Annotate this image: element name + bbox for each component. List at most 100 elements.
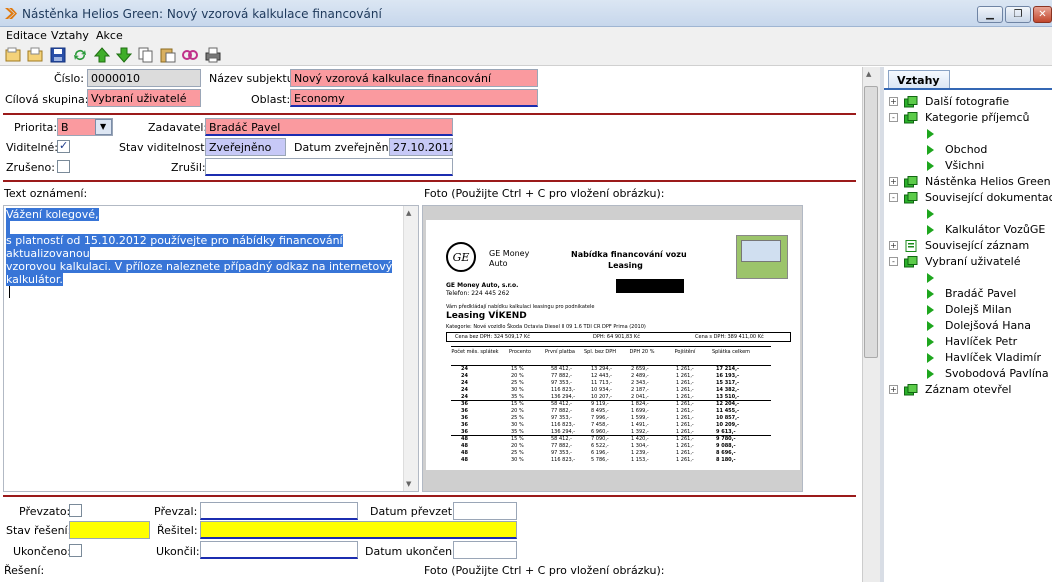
text-oznameni-textarea[interactable]: Vážení kolegové, s platností od 15.10.20… [3, 205, 419, 492]
doc-table-cell: 1 239,- [631, 450, 649, 456]
cislo-label: Číslo: [54, 72, 84, 85]
tree-item[interactable]: + Související záznam [888, 238, 1052, 254]
link-icon[interactable] [182, 47, 198, 63]
tree-item-label: Záznam otevřel [925, 383, 1012, 396]
tree-item[interactable]: + Další fotografie [888, 94, 1052, 110]
minimize-button[interactable]: ▁ [977, 6, 1003, 23]
ukonceno-checkbox[interactable] [69, 544, 82, 557]
copy-icon[interactable] [138, 47, 154, 63]
tree-item-label: Kategorie příjemců [925, 111, 1030, 124]
cislo-field[interactable]: 0000010 [87, 69, 201, 87]
priorita-dropdown-button[interactable]: ▼ [95, 119, 112, 135]
tree-item[interactable] [888, 270, 1052, 286]
collapse-icon[interactable]: - [889, 193, 898, 202]
doc-table-cell: 8 180,- [716, 457, 736, 463]
doc-table-cell: 48 [461, 436, 468, 442]
doc-table-cell: 48 [461, 443, 468, 449]
priorita-label: Priorita: [14, 121, 58, 134]
arrow-up-icon[interactable] [94, 47, 110, 63]
datum-prevzeti-field[interactable] [453, 502, 517, 520]
tree-item[interactable]: - Související dokumentace [888, 190, 1052, 206]
doc-table-row: 36 20 % 77 882,- 8 495,- 1 699,- 1 261,- 11 45… [451, 408, 771, 415]
tree-item[interactable]: Obchod [888, 142, 1052, 158]
tree-item[interactable]: Dolejš Milan [888, 302, 1052, 318]
restore-button[interactable]: ❐ [1005, 6, 1031, 23]
doc-table-cell: 6 522,- [591, 443, 609, 449]
tree-item-label: Nástěnka Helios Green [925, 175, 1051, 188]
tree-item[interactable] [888, 206, 1052, 222]
viditelne-checkbox[interactable]: ✓ [57, 139, 70, 153]
arrow-down-icon[interactable] [116, 47, 132, 63]
doc-table-cell: 11 455,- [716, 408, 740, 414]
collapse-icon[interactable]: - [889, 257, 898, 266]
tree-item[interactable]: + Nástěnka Helios Green [888, 174, 1052, 190]
prevzato-checkbox[interactable] [69, 504, 82, 517]
new-record-icon[interactable] [5, 47, 21, 63]
doc-product: Leasing VÍKEND [446, 311, 527, 321]
save-icon[interactable] [50, 47, 66, 63]
datum-ukonceni-field[interactable] [453, 541, 517, 559]
doc-phone: Telefon: 224 445 262 [446, 290, 510, 297]
expand-icon[interactable]: + [889, 177, 898, 186]
datum-zverejneni-field[interactable]: 27.10.2012 [389, 138, 453, 156]
ukoncil-label: Ukončil: [156, 545, 200, 558]
refresh-icon[interactable] [72, 47, 88, 63]
tree-item[interactable]: + Záznam otevřel [888, 382, 1052, 398]
open-record-icon[interactable] [27, 47, 43, 63]
text-scrollbar[interactable] [403, 206, 418, 491]
zadavatel-field[interactable]: Bradáč Pavel [205, 118, 453, 136]
stav-viditelnosti-field[interactable]: Zveřejněno [205, 138, 286, 156]
doc-redaction [616, 279, 684, 293]
doc-table-cell: 30 % [511, 387, 524, 393]
tree-item-label: Vybraní uživatelé [925, 255, 1021, 268]
doc-table-cell: 77 882,- [551, 408, 572, 414]
scroll-down-icon[interactable]: ▼ [406, 480, 411, 488]
print-icon[interactable] [205, 47, 221, 63]
expand-icon[interactable]: + [889, 241, 898, 250]
oblast-field[interactable]: Economy [290, 89, 538, 107]
tree-item[interactable]: Havlíček Vladimír [888, 350, 1052, 366]
menu-vztahy[interactable]: Vztahy [51, 29, 89, 42]
main-scrollbar-thumb[interactable] [864, 86, 878, 358]
tab-vztahy[interactable]: Vztahy [888, 70, 950, 89]
tree-item[interactable]: Dolejšová Hana [888, 318, 1052, 334]
zrusil-field[interactable] [205, 158, 453, 176]
tree-item[interactable]: Všichni [888, 158, 1052, 174]
paste-icon[interactable] [160, 47, 176, 63]
text-line: vzorovou kalkulaci. V příloze naleznete … [6, 260, 393, 286]
zruseno-checkbox[interactable] [57, 160, 70, 173]
stav-reseni-field[interactable] [69, 521, 150, 539]
tree-item[interactable]: - Vybraní uživatelé [888, 254, 1052, 270]
doc-table-cell: 2 659,- [631, 366, 649, 372]
doc-table-cell: 1 261,- [676, 366, 694, 372]
scroll-up-icon[interactable]: ▲ [866, 70, 871, 78]
menu-akce[interactable]: Akce [96, 29, 123, 42]
tree-item[interactable]: Svobodová Pavlína [888, 366, 1052, 382]
prevzal-field[interactable] [200, 502, 358, 520]
tree-item-label: Všichni [945, 159, 985, 172]
viditelne-label: Viditelné: [6, 141, 58, 154]
expand-icon[interactable]: + [889, 97, 898, 106]
tree-item[interactable] [888, 126, 1052, 142]
resitel-field[interactable] [200, 521, 517, 539]
cilova-skupina-field[interactable]: Vybraní uživatelé [87, 89, 201, 107]
tree-item[interactable]: - Kategorie příjemců [888, 110, 1052, 126]
expand-icon[interactable]: + [889, 385, 898, 394]
doc-table-row: 36 35 % 136 294,- 6 960,- 1 392,- 1 261,- 9 61… [451, 429, 771, 436]
close-button[interactable]: ✕ [1033, 6, 1052, 23]
nazev-field[interactable]: Nový vzorová kalkulace financování [290, 69, 538, 87]
doc-table-cell: 9 613,- [716, 429, 736, 435]
doc-table-cell: 6 196,- [591, 450, 609, 456]
tree-item[interactable]: Bradáč Pavel [888, 286, 1052, 302]
tree-item[interactable]: Havlíček Petr [888, 334, 1052, 350]
menu-editace[interactable]: Editace [6, 29, 47, 42]
toolbar [0, 44, 1052, 66]
ukoncil-field[interactable] [200, 541, 358, 559]
doc-table-cell: 36 [461, 401, 468, 407]
green-table-icon [904, 96, 918, 108]
scroll-up-icon[interactable]: ▲ [406, 209, 411, 217]
tree-item[interactable]: Kalkulátor VozůGE [888, 222, 1052, 238]
doc-table-row: 48 25 % 97 353,- 6 196,- 1 239,- 1 261,- 8 696… [451, 450, 771, 457]
tab-underline [884, 88, 1052, 90]
collapse-icon[interactable]: - [889, 113, 898, 122]
